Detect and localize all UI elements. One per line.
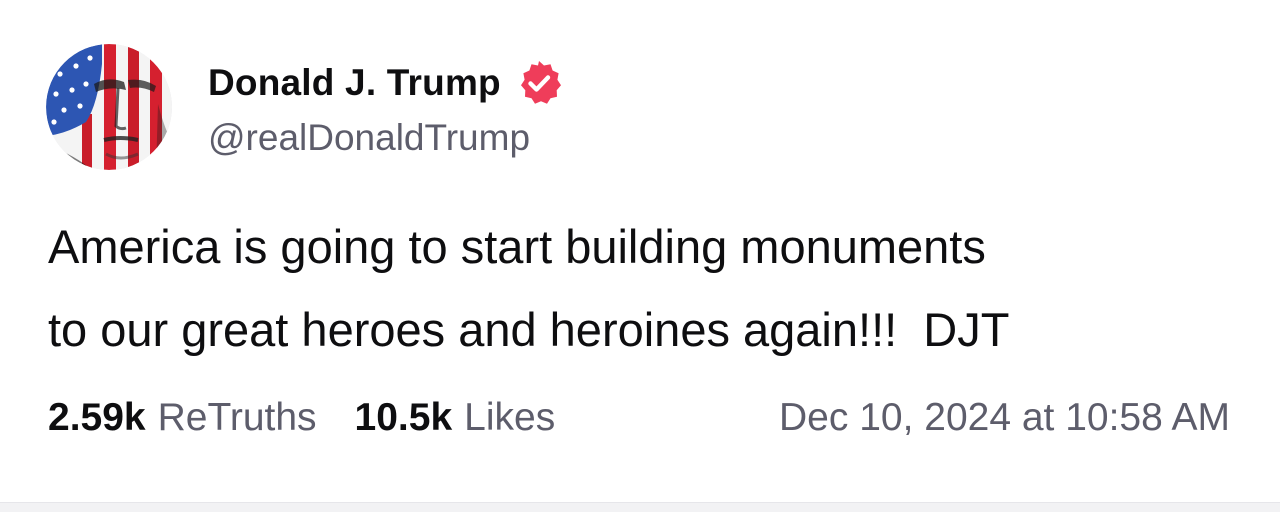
avatar[interactable] bbox=[46, 44, 172, 170]
post-body-text: America is going to start building monum… bbox=[48, 220, 1010, 356]
author-display-name[interactable]: Donald J. Trump bbox=[208, 62, 501, 104]
american-flag-portrait-icon bbox=[46, 44, 172, 170]
author-name-row: Donald J. Trump bbox=[208, 53, 563, 113]
likes-count: 10.5k bbox=[354, 396, 453, 439]
post-stats: 2.59k ReTruths 10.5k Likes bbox=[48, 396, 555, 440]
post-header: Donald J. Trump @realDonaldTrump bbox=[46, 44, 563, 170]
retruths-stat[interactable]: 2.59k ReTruths bbox=[48, 396, 317, 440]
retruths-label: ReTruths bbox=[157, 396, 317, 439]
post-card: Donald J. Trump @realDonaldTrump America… bbox=[0, 0, 1280, 502]
author-handle[interactable]: @realDonaldTrump bbox=[208, 117, 563, 159]
likes-label: Likes bbox=[464, 396, 556, 439]
author-identity: Donald J. Trump @realDonaldTrump bbox=[208, 53, 563, 159]
retruths-count: 2.59k bbox=[48, 396, 146, 439]
likes-stat[interactable]: 10.5k Likes bbox=[355, 396, 556, 440]
post-divider bbox=[0, 502, 1280, 512]
post-timestamp[interactable]: Dec 10, 2024 at 10:58 AM bbox=[779, 396, 1230, 440]
verified-badge-icon bbox=[515, 59, 563, 107]
